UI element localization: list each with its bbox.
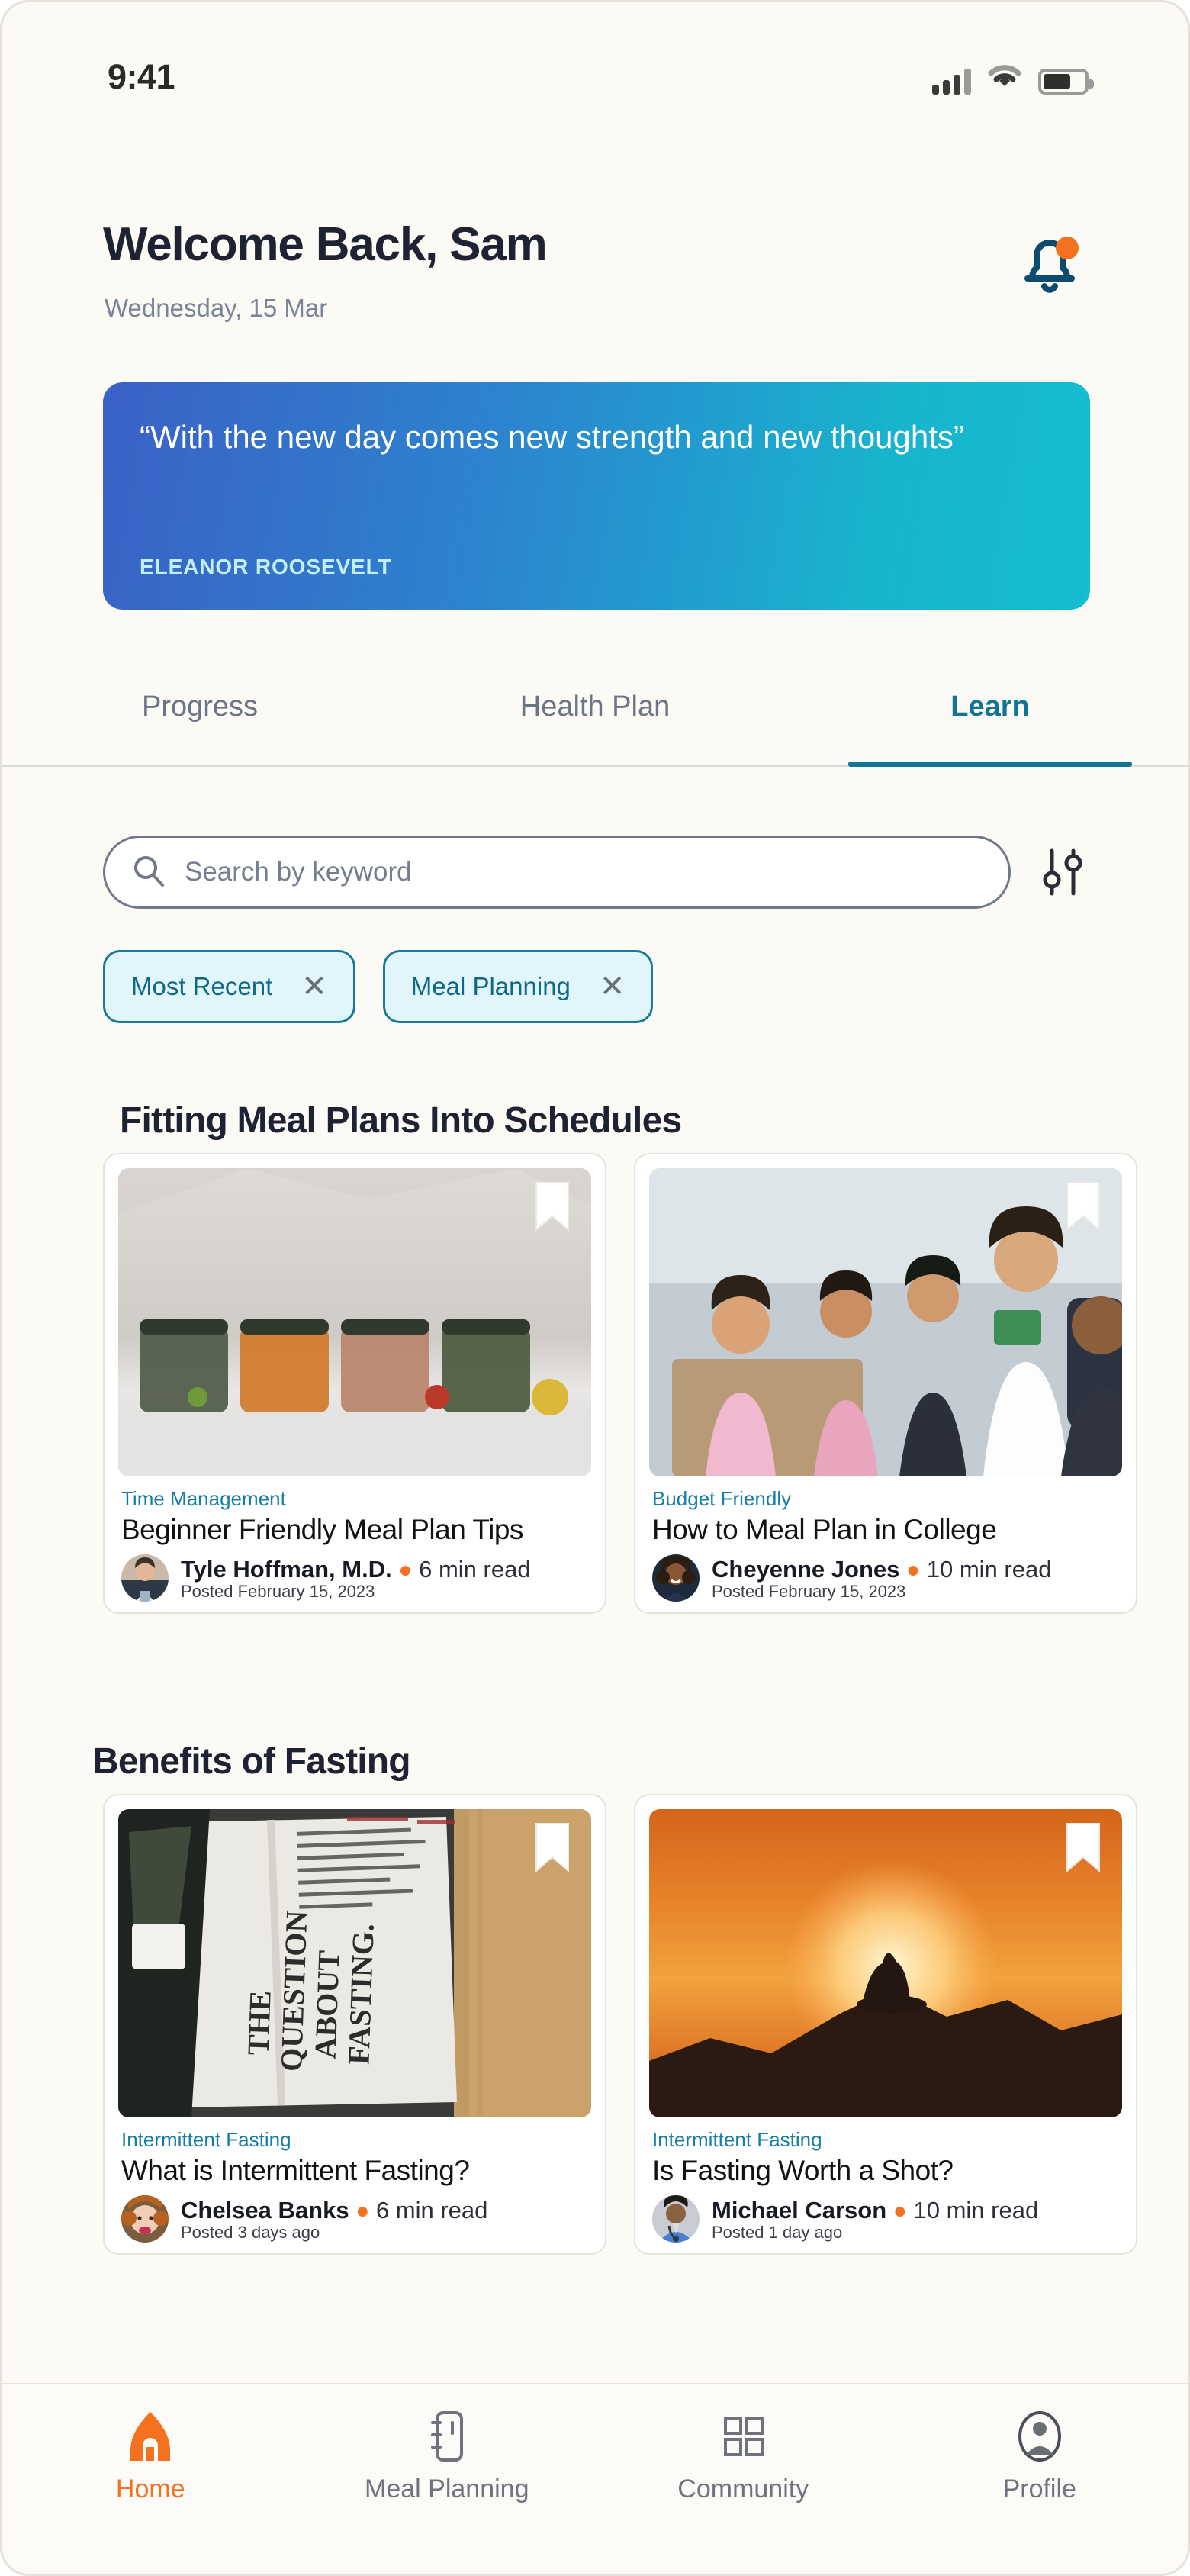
bookmark-icon[interactable] xyxy=(530,1179,574,1235)
svg-text:THE: THE xyxy=(241,1990,278,2056)
phone-screen: 9:41 Welcome Back, Sam Wednesday, 15 Mar xyxy=(0,0,1190,2576)
article-card[interactable]: Budget Friendly How to Meal Plan in Coll… xyxy=(634,1153,1137,1615)
nav-label: Home xyxy=(115,2475,185,2504)
bookmark-icon[interactable] xyxy=(1061,1820,1105,1876)
grid-icon xyxy=(718,2409,768,2464)
separator-dot: ● xyxy=(398,1557,413,1583)
avatar xyxy=(121,1554,169,1602)
search-icon xyxy=(131,853,166,892)
article-title: Beginner Friendly Meal Plan Tips xyxy=(121,1514,523,1545)
article-image xyxy=(649,1168,1122,1476)
bookmark-icon[interactable] xyxy=(530,1820,574,1876)
article-meta: Michael Carson ● 10 min read Posted 1 da… xyxy=(652,2195,1119,2243)
article-title: How to Meal Plan in College xyxy=(652,1514,997,1545)
article-read-time: 6 min read xyxy=(375,2197,488,2224)
article-category: Time Management xyxy=(121,1487,286,1510)
article-author: Michael Carson xyxy=(712,2197,887,2224)
current-date: Wednesday, 15 Mar xyxy=(105,294,328,322)
nav-label: Profile xyxy=(1002,2475,1076,2504)
article-posted-date: Posted 1 day ago xyxy=(712,2223,843,2243)
article-card[interactable]: Time Management Beginner Friendly Meal P… xyxy=(103,1153,606,1615)
active-filter-chips: Most Recent ✕ Meal Planning ✕ xyxy=(103,950,654,1023)
article-image xyxy=(118,1168,591,1476)
filter-chip-meal-planning[interactable]: Meal Planning ✕ xyxy=(382,950,654,1023)
separator-dot: ● xyxy=(892,2198,907,2224)
tab-label: Progress xyxy=(141,691,259,723)
nav-label: Community xyxy=(677,2475,809,2504)
article-category: Intermittent Fasting xyxy=(652,2128,822,2151)
article-author: Tyle Hoffman, M.D. xyxy=(181,1556,392,1583)
article-posted-date: Posted February 15, 2023 xyxy=(712,1582,906,1602)
section-heading: Fitting Meal Plans Into Schedules xyxy=(120,1100,682,1141)
avatar xyxy=(652,1554,700,1602)
battery-icon xyxy=(1038,69,1094,95)
signal-bars-icon xyxy=(932,67,971,95)
filter-sliders-icon[interactable] xyxy=(1035,845,1090,900)
article-meta: Chelsea Banks ● 6 min read Posted 3 days… xyxy=(121,2195,588,2243)
tab-bar: Progress Health Plan Learn xyxy=(2,674,1188,767)
article-title: Is Fasting Worth a Shot? xyxy=(652,2155,954,2186)
article-posted-date: Posted 3 days ago xyxy=(181,2223,320,2243)
search-input[interactable]: Search by keyword xyxy=(103,836,1011,909)
svg-text:FASTING.: FASTING. xyxy=(341,1923,380,2065)
nav-label: Meal Planning xyxy=(365,2475,529,2504)
article-card-row: THE QUESTION ABOUT FASTING. Intermittent… xyxy=(103,1794,1137,2256)
search-placeholder: Search by keyword xyxy=(185,857,412,887)
separator-dot: ● xyxy=(906,1557,921,1583)
article-image: THE QUESTION ABOUT FASTING. xyxy=(118,1809,591,2117)
chip-label: Meal Planning xyxy=(410,972,571,1000)
article-read-time: 10 min read xyxy=(926,1556,1052,1583)
article-card[interactable]: THE QUESTION ABOUT FASTING. Intermittent… xyxy=(103,1794,606,2256)
bottom-navigation-bar: Home Meal Planning Community Profile xyxy=(2,2383,1188,2574)
status-icons xyxy=(932,63,1094,95)
quote-text: “With the new day comes new strength and… xyxy=(140,419,964,455)
article-meta: Cheyenne Jones ● 10 min read Posted Febr… xyxy=(652,1554,1119,1602)
article-title: What is Intermittent Fasting? xyxy=(121,2155,470,2186)
article-read-time: 6 min read xyxy=(419,1556,531,1583)
article-author: Cheyenne Jones xyxy=(712,1556,900,1583)
filter-chip-most-recent[interactable]: Most Recent ✕ xyxy=(103,950,355,1023)
tab-progress[interactable]: Progress xyxy=(2,674,397,765)
notebook-icon xyxy=(422,2409,472,2464)
tab-learn[interactable]: Learn xyxy=(793,674,1188,767)
article-category: Budget Friendly xyxy=(652,1487,792,1510)
tab-label: Learn xyxy=(950,691,1030,723)
article-image xyxy=(649,1809,1122,2117)
article-author: Chelsea Banks xyxy=(181,2197,349,2224)
svg-text:ABOUT: ABOUT xyxy=(308,1950,346,2059)
tab-label: Health Plan xyxy=(519,691,671,723)
article-category: Intermittent Fasting xyxy=(121,2128,291,2151)
daily-quote-card: “With the new day comes new strength and… xyxy=(103,382,1090,610)
close-icon[interactable]: ✕ xyxy=(600,971,626,1002)
status-bar: 9:41 xyxy=(2,2,1188,132)
avatar xyxy=(652,2195,700,2243)
person-circle-icon xyxy=(1015,2409,1065,2464)
close-icon[interactable]: ✕ xyxy=(301,971,327,1002)
bookmark-icon[interactable] xyxy=(1061,1179,1105,1235)
status-time: 9:41 xyxy=(108,57,175,96)
separator-dot: ● xyxy=(355,2198,370,2224)
article-meta: Tyle Hoffman, M.D. ● 6 min read Posted F… xyxy=(121,1554,588,1602)
quote-author: ELEANOR ROOSEVELT xyxy=(140,555,392,578)
nav-item-home[interactable]: Home xyxy=(2,2409,299,2504)
tab-health-plan[interactable]: Health Plan xyxy=(397,674,793,765)
article-card-row: Time Management Beginner Friendly Meal P… xyxy=(103,1153,1137,1615)
home-icon xyxy=(125,2409,175,2464)
nav-item-meal-planning[interactable]: Meal Planning xyxy=(299,2409,596,2504)
article-card[interactable]: Intermittent Fasting Is Fasting Worth a … xyxy=(634,1794,1137,2256)
page-title: Welcome Back, Sam xyxy=(103,218,548,271)
article-posted-date: Posted February 15, 2023 xyxy=(181,1582,375,1602)
notification-bell-button[interactable] xyxy=(1008,221,1092,304)
chip-label: Most Recent xyxy=(131,972,273,1000)
avatar xyxy=(121,2195,169,2243)
wifi-icon xyxy=(988,63,1021,95)
notification-dot xyxy=(1056,237,1079,259)
section-heading: Benefits of Fasting xyxy=(92,1741,411,1782)
search-row: Search by keyword xyxy=(103,836,1090,909)
nav-item-community[interactable]: Community xyxy=(595,2409,892,2504)
article-read-time: 10 min read xyxy=(913,2197,1039,2224)
nav-item-profile[interactable]: Profile xyxy=(892,2409,1188,2504)
